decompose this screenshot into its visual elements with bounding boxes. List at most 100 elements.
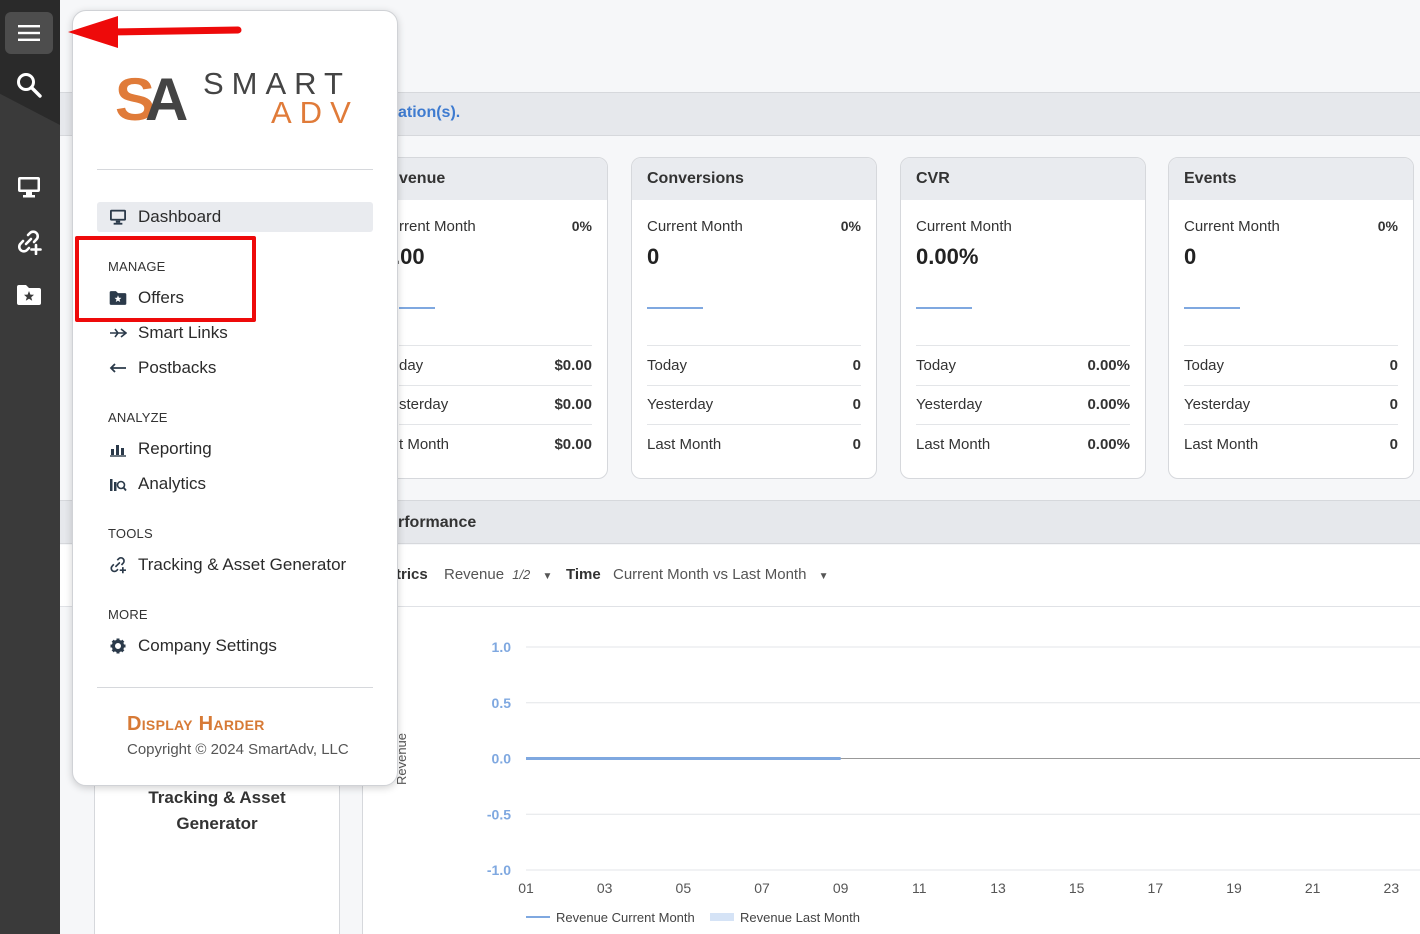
- nav-smart-links[interactable]: Smart Links: [97, 318, 373, 348]
- x-tick-label: 09: [833, 880, 849, 896]
- card-row-label: Today: [1184, 356, 1225, 374]
- rail-tracking-button[interactable]: [5, 221, 53, 263]
- revenue-chart: 1.0 0.5 0.0 -0.5 -1.0 01 03 05 07 09 11 13 15 17 19 21 2…: [394, 639, 1420, 925]
- card-row-value: 0.00%: [1087, 396, 1130, 414]
- x-tick-label: 13: [990, 880, 1006, 896]
- nav-smart-links-label: Smart Links: [138, 323, 228, 342]
- events-card: Events Current Month 0% 0 Today 0 Yesterda…: [1168, 157, 1414, 479]
- metrics-page: 1/2: [512, 567, 531, 582]
- card-big-value: 0: [1184, 244, 1197, 269]
- card-row-value: 0.00%: [1087, 356, 1130, 374]
- revenue-card: venue rrent Month 0% .00 day $0.00 sterday…: [362, 157, 608, 479]
- x-tick-label: 21: [1305, 880, 1321, 896]
- x-tick-label: 05: [676, 880, 692, 896]
- chart-container: 1.0 0.5 0.0 -0.5 -1.0 01 03 05 07 09 11 13 15 17 19 21 2…: [363, 607, 1420, 934]
- y-tick-label: -0.5: [487, 806, 511, 822]
- card-row: Yesterday 0: [1184, 384, 1398, 425]
- nav-tracking-label: Tracking & Asset Generator: [138, 555, 347, 574]
- metrics-dropdown[interactable]: Revenue 1/2 ▼: [444, 566, 552, 583]
- section-analyze: ANALYZE: [108, 410, 168, 425]
- chevron-down-icon: ▼: [542, 571, 553, 582]
- monitor-icon: [110, 209, 126, 225]
- divider: [97, 169, 373, 170]
- nav-postbacks-label: Postbacks: [138, 358, 217, 377]
- metrics-label: trics: [396, 566, 428, 583]
- card-row-value: 0: [852, 435, 861, 453]
- card-title: venue: [363, 158, 607, 200]
- card-row: Last Month 0: [647, 424, 861, 464]
- card-row-value: $0.00: [554, 356, 592, 374]
- card-current-label: Current Month: [916, 218, 1012, 235]
- nav-reporting[interactable]: Reporting: [97, 434, 373, 464]
- card-row-label: day: [399, 356, 424, 374]
- card-title: Conversions: [632, 158, 876, 200]
- x-tick-label: 17: [1148, 880, 1164, 896]
- card-row-value: 0: [1389, 435, 1398, 453]
- card-sparkline: [647, 307, 703, 309]
- card-row: Today 0: [1184, 345, 1398, 385]
- card-sparkline: [399, 307, 435, 309]
- arrow-left-icon: [109, 363, 126, 373]
- info-bar-text[interactable]: ation(s).: [398, 104, 460, 122]
- left-rail: [0, 0, 60, 934]
- card-row: t Month $0.00: [399, 424, 592, 464]
- link-plus-icon: [17, 230, 42, 255]
- link-plus-icon: [110, 557, 126, 574]
- offers-highlight-box: [75, 236, 256, 322]
- section-more: MORE: [108, 607, 148, 622]
- card-big-value: 0: [647, 244, 660, 269]
- card-row-label: sterday: [399, 396, 449, 414]
- card-big-value: 0.00%: [916, 244, 979, 269]
- brand-tagline: Display Harder: [127, 713, 265, 735]
- legend-swatch: [710, 913, 734, 921]
- card-row-value: 0.00%: [1087, 435, 1130, 453]
- search-button[interactable]: [5, 64, 53, 106]
- x-tick-label: 07: [754, 880, 770, 896]
- card-row: Last Month 0.00%: [916, 424, 1130, 464]
- nav-tracking-generator[interactable]: Tracking & Asset Generator: [97, 550, 373, 580]
- y-tick-label: 0.5: [492, 695, 512, 711]
- card-pct: 0%: [571, 218, 592, 234]
- time-label: Time: [566, 566, 601, 583]
- card-row: Today 0.00%: [916, 345, 1130, 385]
- x-tick-label: 23: [1384, 880, 1400, 896]
- split-arrow-icon: [110, 328, 127, 338]
- card-row-value: 0: [1389, 396, 1398, 414]
- svg-text:A: A: [145, 66, 188, 133]
- card-row-label: t Month: [399, 435, 450, 453]
- nav-dashboard[interactable]: Dashboard: [97, 202, 373, 232]
- y-tick-label: 1.0: [492, 639, 512, 655]
- rail-offers-button[interactable]: [5, 274, 53, 316]
- card-current-label: rrent Month: [399, 218, 476, 235]
- nav-company-settings[interactable]: Company Settings: [97, 631, 373, 661]
- card-row-label: Yesterday: [1184, 396, 1251, 414]
- annotation-arrow-icon: [68, 16, 242, 48]
- monitor-icon: [18, 177, 40, 198]
- card-row-label: Yesterday: [647, 396, 714, 414]
- card-row-label: Last Month: [916, 435, 991, 453]
- card-big-value: .00: [394, 244, 425, 269]
- logo-text-bottom: ADV: [271, 95, 359, 130]
- gear-icon: [110, 638, 126, 654]
- menu-toggle-button[interactable]: [5, 12, 53, 54]
- card-row-label: Yesterday: [916, 396, 983, 414]
- nav-postbacks[interactable]: Postbacks: [97, 353, 373, 383]
- nav-analytics[interactable]: Analytics: [97, 469, 373, 499]
- nav-analytics-label: Analytics: [138, 474, 207, 493]
- legend-label: Revenue Last Month: [740, 910, 860, 925]
- navigation-flyout: S A SMART ADV Dashboard MANAGE Offers Sm…: [72, 10, 398, 786]
- time-dropdown[interactable]: Current Month vs Last Month ▼: [613, 566, 829, 583]
- card-row: Yesterday 0.00%: [916, 384, 1130, 425]
- tile-title-line1: Tracking & Asset: [148, 788, 286, 807]
- card-current-label: Current Month: [1184, 218, 1280, 235]
- card-row: Last Month 0: [1184, 424, 1398, 464]
- card-row-value: 0: [852, 396, 861, 414]
- card-sparkline: [916, 307, 972, 309]
- card-row-label: Today: [647, 356, 688, 374]
- rail-dashboard-button[interactable]: [5, 166, 53, 208]
- card-title: CVR: [901, 158, 1145, 200]
- y-tick-label: 0.0: [492, 751, 512, 767]
- time-value: Current Month vs Last Month: [613, 566, 807, 583]
- tile-title-line2: Generator: [176, 814, 258, 833]
- divider: [97, 687, 373, 688]
